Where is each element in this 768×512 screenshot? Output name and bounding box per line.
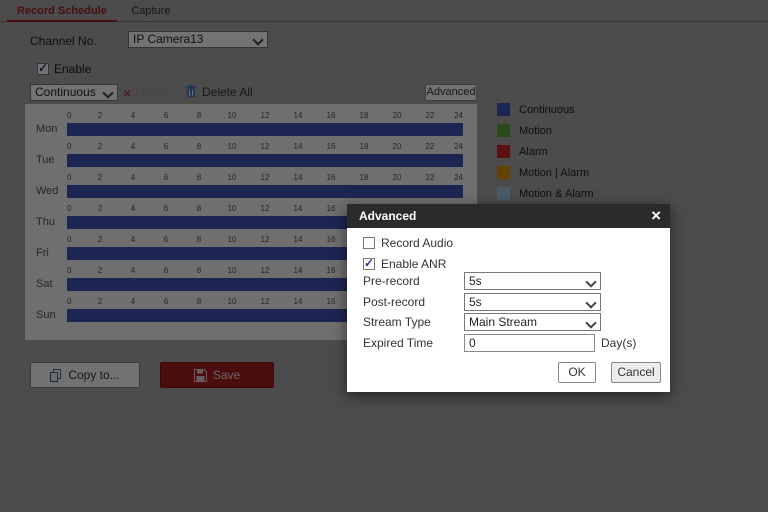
pre-record-select[interactable]: 5s xyxy=(464,272,601,290)
post-record-label: Post-record xyxy=(363,295,425,309)
stream-type-value: Main Stream xyxy=(469,315,537,329)
chevron-down-icon xyxy=(585,317,596,328)
cancel-button[interactable]: Cancel xyxy=(611,362,661,383)
record-audio-checkbox[interactable] xyxy=(363,237,375,249)
record-audio-label: Record Audio xyxy=(381,236,453,250)
stream-type-select[interactable]: Main Stream xyxy=(464,313,601,331)
record-schedule-page: Record Schedule Capture Channel No. IP C… xyxy=(0,0,768,512)
enable-anr-label: Enable ANR xyxy=(381,257,446,271)
advanced-dialog: Advanced × Record Audio Enable ANR Pre-r… xyxy=(347,204,670,392)
chevron-down-icon xyxy=(585,297,596,308)
ok-button[interactable]: OK xyxy=(558,362,596,383)
expired-time-input[interactable] xyxy=(464,334,595,352)
enable-anr-checkbox[interactable] xyxy=(363,258,375,270)
dialog-header: Advanced × xyxy=(347,204,670,228)
expired-time-suffix: Day(s) xyxy=(601,336,636,350)
pre-record-value: 5s xyxy=(469,274,482,288)
chevron-down-icon xyxy=(585,276,596,287)
post-record-value: 5s xyxy=(469,295,482,309)
pre-record-label: Pre-record xyxy=(363,274,420,288)
expired-time-label: Expired Time xyxy=(363,336,433,350)
close-icon[interactable]: × xyxy=(651,205,661,227)
post-record-select[interactable]: 5s xyxy=(464,293,601,311)
dialog-title: Advanced xyxy=(359,209,416,223)
stream-type-label: Stream Type xyxy=(363,315,431,329)
